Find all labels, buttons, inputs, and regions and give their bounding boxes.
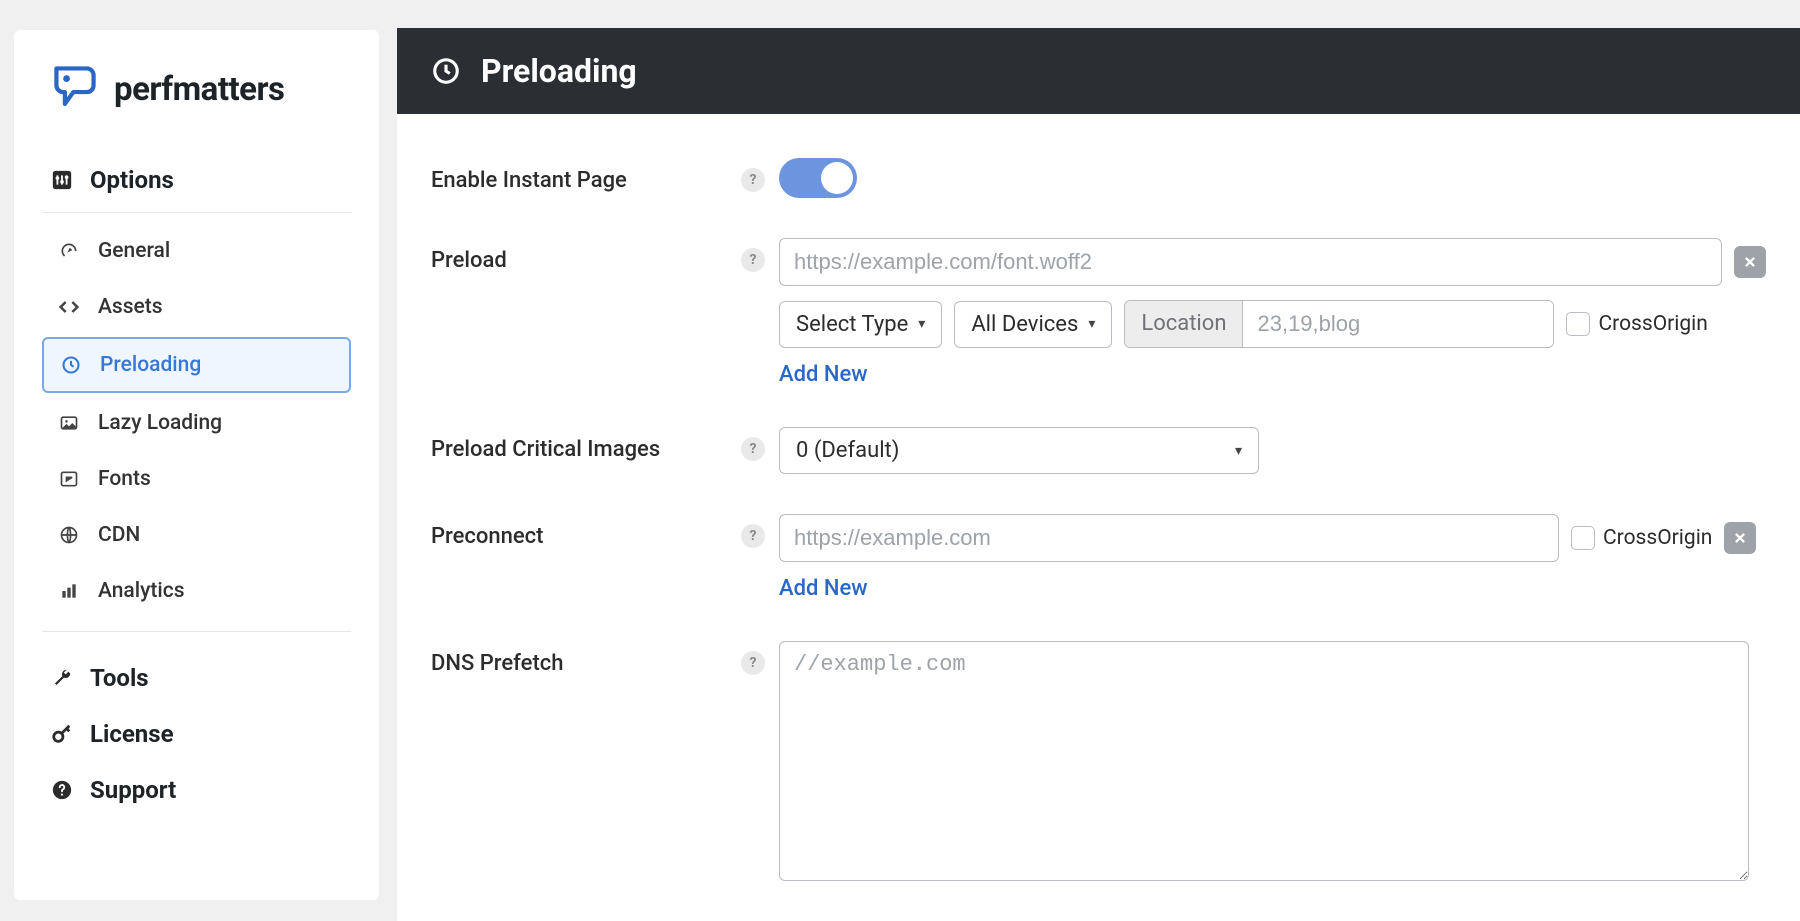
- preload-url-input[interactable]: [779, 238, 1722, 286]
- font-icon: [58, 469, 80, 489]
- clock-icon: [60, 355, 82, 375]
- sidebar-item-fonts[interactable]: Fonts: [42, 453, 351, 505]
- sidebar-item-label: Lazy Loading: [98, 411, 222, 435]
- setting-label: Preconnect: [431, 514, 741, 549]
- sidebar-item-label: Tools: [90, 664, 149, 692]
- chevron-down-icon: ▾: [1088, 316, 1095, 332]
- image-icon: [58, 413, 80, 433]
- preload-crossorigin-checkbox[interactable]: CrossOrigin: [1566, 312, 1707, 336]
- sliders-icon: [50, 168, 74, 192]
- sidebar-group-options: Options: [42, 156, 351, 212]
- preconnect-url-input[interactable]: [779, 514, 1559, 562]
- sidebar-item-label: License: [90, 720, 174, 748]
- bars-icon: [58, 581, 80, 601]
- setting-preload-critical: Preload Critical Images ? 0 (Default) ▾: [397, 427, 1800, 474]
- sidebar-item-support[interactable]: Support: [42, 766, 351, 822]
- preload-location-input[interactable]: [1243, 301, 1553, 347]
- gauge-icon: [58, 241, 80, 261]
- remove-button[interactable]: [1724, 522, 1756, 554]
- page-title: Preloading: [481, 52, 637, 90]
- sidebar: perfmatters Options General Assets Prelo…: [14, 30, 379, 900]
- divider: [42, 631, 351, 632]
- page-header: Preloading: [397, 28, 1800, 114]
- setting-instant-page: Enable Instant Page ?: [397, 158, 1800, 198]
- sidebar-group-label: Options: [90, 166, 174, 194]
- sidebar-item-lazy-loading[interactable]: Lazy Loading: [42, 397, 351, 449]
- globe-icon: [58, 525, 80, 545]
- checkbox-icon: [1571, 526, 1595, 550]
- setting-preload: Preload ? Select Type ▾ All Devices: [397, 238, 1800, 387]
- preload-critical-select[interactable]: 0 (Default) ▾: [779, 427, 1259, 474]
- sidebar-item-label: Fonts: [98, 467, 151, 491]
- select-value: All Devices: [971, 312, 1078, 337]
- key-icon: [50, 722, 74, 746]
- location-prefix: Location: [1125, 301, 1243, 347]
- dns-prefetch-textarea[interactable]: [779, 641, 1749, 881]
- sidebar-item-label: Assets: [98, 295, 163, 319]
- divider: [42, 212, 351, 213]
- setting-label: DNS Prefetch: [431, 641, 741, 676]
- help-icon[interactable]: ?: [741, 437, 765, 461]
- instant-page-toggle[interactable]: [779, 158, 857, 198]
- help-icon[interactable]: ?: [741, 168, 765, 192]
- setting-label: Enable Instant Page: [431, 158, 741, 193]
- setting-label: Preload: [431, 238, 741, 273]
- question-icon: [50, 778, 74, 802]
- setting-label: Preload Critical Images: [431, 427, 741, 462]
- sidebar-item-label: CDN: [98, 523, 140, 547]
- setting-dns-prefetch: DNS Prefetch ?: [397, 641, 1800, 881]
- sidebar-item-label: Preloading: [100, 353, 201, 377]
- chevron-down-icon: ▾: [1235, 443, 1242, 459]
- select-value: 0 (Default): [796, 438, 899, 463]
- wrench-icon: [50, 666, 74, 690]
- sidebar-item-label: Support: [90, 776, 176, 804]
- sidebar-item-label: General: [98, 239, 170, 263]
- select-value: Select Type: [796, 312, 908, 337]
- checkbox-label: CrossOrigin: [1603, 526, 1712, 550]
- help-icon[interactable]: ?: [741, 651, 765, 675]
- preconnect-add-new-link[interactable]: Add New: [779, 576, 868, 601]
- sidebar-item-assets[interactable]: Assets: [42, 281, 351, 333]
- sidebar-item-preloading[interactable]: Preloading: [42, 337, 351, 393]
- preload-device-select[interactable]: All Devices ▾: [954, 301, 1112, 348]
- sidebar-item-label: Analytics: [98, 579, 185, 603]
- setting-preconnect: Preconnect ? CrossOrigin Add New: [397, 514, 1800, 601]
- sidebar-item-tools[interactable]: Tools: [42, 644, 351, 710]
- sidebar-item-cdn[interactable]: CDN: [42, 509, 351, 561]
- code-icon: [58, 297, 80, 317]
- brand-logo-icon: [48, 60, 102, 118]
- checkbox-icon: [1566, 312, 1590, 336]
- help-icon[interactable]: ?: [741, 248, 765, 272]
- preload-type-select[interactable]: Select Type ▾: [779, 301, 942, 348]
- preconnect-crossorigin-checkbox[interactable]: CrossOrigin: [1571, 526, 1712, 550]
- remove-button[interactable]: [1734, 246, 1766, 278]
- main: Preloading Enable Instant Page ? Preload…: [397, 0, 1800, 900]
- content: Enable Instant Page ? Preload ? Select T: [397, 114, 1800, 921]
- preload-location-field: Location: [1124, 300, 1554, 348]
- clock-icon: [431, 56, 461, 86]
- sidebar-item-general[interactable]: General: [42, 225, 351, 277]
- brand-name: perfmatters: [114, 70, 285, 109]
- help-icon[interactable]: ?: [741, 524, 765, 548]
- checkbox-label: CrossOrigin: [1598, 312, 1707, 336]
- preload-add-new-link[interactable]: Add New: [779, 362, 868, 387]
- brand-logo: perfmatters: [42, 60, 351, 118]
- sidebar-item-license[interactable]: License: [42, 710, 351, 766]
- chevron-down-icon: ▾: [918, 316, 925, 332]
- sidebar-item-analytics[interactable]: Analytics: [42, 565, 351, 617]
